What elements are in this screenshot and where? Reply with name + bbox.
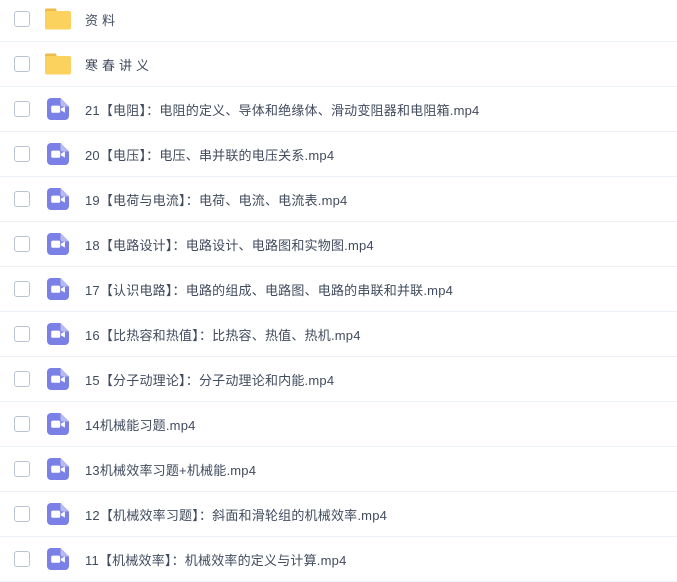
file-name[interactable]: 16【比热容和热值】：比热容、热值、热机.mp4 bbox=[85, 325, 361, 344]
row-checkbox[interactable] bbox=[14, 191, 30, 207]
row-checkbox[interactable] bbox=[14, 551, 30, 567]
file-row[interactable]: 21【电阻】：电阻的定义、导体和绝缘体、滑动变阻器和电阻箱.mp4 bbox=[0, 87, 677, 132]
file-row[interactable]: 18【电路设计】：电路设计、电路图和实物图.mp4 bbox=[0, 222, 677, 267]
video-file-icon bbox=[47, 368, 69, 390]
file-icon-box bbox=[44, 187, 72, 211]
video-file-icon bbox=[47, 458, 69, 480]
folder-row[interactable]: 寒 春 讲 义 bbox=[0, 42, 677, 87]
file-row[interactable]: 14机械能习题.mp4 bbox=[0, 402, 677, 447]
file-row[interactable]: 16【比热容和热值】：比热容、热值、热机.mp4 bbox=[0, 312, 677, 357]
video-file-icon bbox=[47, 98, 69, 120]
file-icon-box bbox=[44, 412, 72, 436]
file-icon-box bbox=[44, 547, 72, 571]
file-name[interactable]: 17【认识电路】：电路的组成、电路图、电路的串联和并联.mp4 bbox=[85, 280, 453, 299]
file-name[interactable]: 20【电压】：电压、串并联的电压关系.mp4 bbox=[85, 145, 334, 164]
file-row[interactable]: 12【机械效率习题】：斜面和滑轮组的机械效率.mp4 bbox=[0, 492, 677, 537]
row-checkbox[interactable] bbox=[14, 236, 30, 252]
file-name[interactable]: 资 料 bbox=[85, 10, 115, 29]
video-file-icon bbox=[47, 413, 69, 435]
file-name[interactable]: 12【机械效率习题】：斜面和滑轮组的机械效率.mp4 bbox=[85, 505, 387, 524]
video-file-icon bbox=[47, 503, 69, 525]
row-checkbox[interactable] bbox=[14, 371, 30, 387]
row-checkbox[interactable] bbox=[14, 281, 30, 297]
file-icon-box bbox=[44, 52, 72, 76]
file-name[interactable]: 19【电荷与电流】：电荷、电流、电流表.mp4 bbox=[85, 190, 347, 209]
file-row[interactable]: 11【机械效率】：机械效率的定义与计算.mp4 bbox=[0, 537, 677, 582]
file-name[interactable]: 14机械能习题.mp4 bbox=[85, 415, 196, 434]
file-icon-box bbox=[44, 97, 72, 121]
row-checkbox[interactable] bbox=[14, 11, 30, 27]
row-checkbox[interactable] bbox=[14, 416, 30, 432]
video-file-icon bbox=[47, 233, 69, 255]
file-icon-box bbox=[44, 232, 72, 256]
file-icon-box bbox=[44, 142, 72, 166]
folder-row[interactable]: 资 料 bbox=[0, 0, 677, 42]
folder-icon bbox=[44, 7, 72, 31]
file-name[interactable]: 21【电阻】：电阻的定义、导体和绝缘体、滑动变阻器和电阻箱.mp4 bbox=[85, 100, 479, 119]
video-file-icon bbox=[47, 548, 69, 570]
file-name[interactable]: 寒 春 讲 义 bbox=[85, 55, 149, 74]
video-file-icon bbox=[47, 188, 69, 210]
file-row[interactable]: 13机械效率习题+机械能.mp4 bbox=[0, 447, 677, 492]
row-checkbox[interactable] bbox=[14, 56, 30, 72]
video-file-icon bbox=[47, 143, 69, 165]
row-checkbox[interactable] bbox=[14, 461, 30, 477]
file-name[interactable]: 13机械效率习题+机械能.mp4 bbox=[85, 460, 256, 479]
file-row[interactable]: 15【分子动理论】：分子动理论和内能.mp4 bbox=[0, 357, 677, 402]
video-file-icon bbox=[47, 278, 69, 300]
file-row[interactable]: 19【电荷与电流】：电荷、电流、电流表.mp4 bbox=[0, 177, 677, 222]
video-file-icon bbox=[47, 323, 69, 345]
file-icon-box bbox=[44, 277, 72, 301]
row-checkbox[interactable] bbox=[14, 506, 30, 522]
file-icon-box bbox=[44, 502, 72, 526]
file-row[interactable]: 17【认识电路】：电路的组成、电路图、电路的串联和并联.mp4 bbox=[0, 267, 677, 312]
file-icon-box bbox=[44, 457, 72, 481]
file-name[interactable]: 15【分子动理论】：分子动理论和内能.mp4 bbox=[85, 370, 334, 389]
file-row[interactable]: 20【电压】：电压、串并联的电压关系.mp4 bbox=[0, 132, 677, 177]
row-checkbox[interactable] bbox=[14, 146, 30, 162]
file-list: 资 料 寒 春 讲 义 21【电阻】：电阻的定义、导体和绝缘体、滑动变阻器和电阻… bbox=[0, 0, 677, 582]
file-icon-box bbox=[44, 7, 72, 31]
file-name[interactable]: 18【电路设计】：电路设计、电路图和实物图.mp4 bbox=[85, 235, 374, 254]
row-checkbox[interactable] bbox=[14, 326, 30, 342]
row-checkbox[interactable] bbox=[14, 101, 30, 117]
file-icon-box bbox=[44, 367, 72, 391]
file-icon-box bbox=[44, 322, 72, 346]
folder-icon bbox=[44, 52, 72, 76]
file-name[interactable]: 11【机械效率】：机械效率的定义与计算.mp4 bbox=[85, 550, 347, 569]
